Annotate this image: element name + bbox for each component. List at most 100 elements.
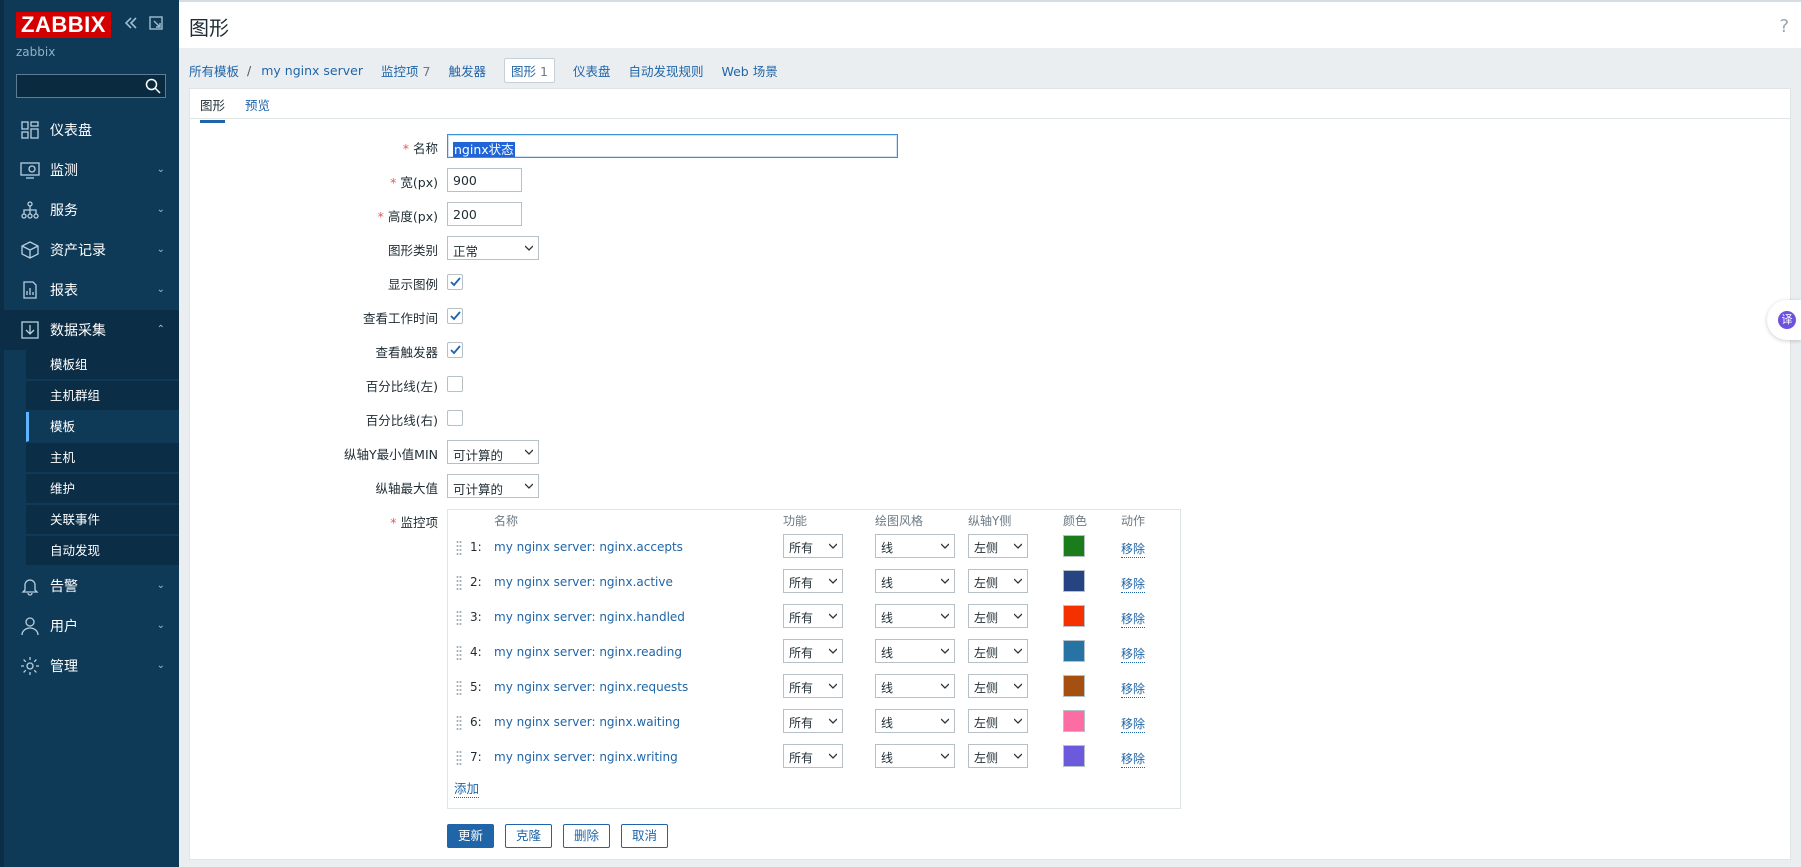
collapse-sidebar-icon[interactable]	[122, 14, 140, 34]
nav-monitoring[interactable]: 监测 ⌄	[0, 150, 179, 190]
search-input[interactable]	[17, 75, 142, 97]
name-field[interactable]: nginx状态	[447, 134, 898, 158]
function-select[interactable]: 所有	[783, 709, 843, 733]
remove-item-link[interactable]: 移除	[1121, 680, 1146, 698]
remove-item-link[interactable]: 移除	[1121, 645, 1146, 663]
drag-handle-icon[interactable]	[456, 645, 462, 661]
tab-graphs[interactable]: 图形 1	[503, 57, 555, 83]
drag-handle-icon[interactable]	[456, 750, 462, 766]
graph-type-select[interactable]: 正常	[447, 236, 539, 260]
show-worktime-checkbox[interactable]	[447, 308, 463, 324]
search-icon[interactable]	[144, 77, 162, 95]
percentile-right-checkbox[interactable]	[447, 410, 463, 426]
nav-data-collection[interactable]: 数据采集 ⌃	[0, 310, 179, 350]
nav-users[interactable]: 用户 ⌄	[0, 606, 179, 646]
y-axis-side-select[interactable]: 左侧	[968, 674, 1028, 698]
drag-handle-icon[interactable]	[456, 610, 462, 626]
color-picker[interactable]	[1063, 710, 1085, 732]
drag-handle-icon[interactable]	[456, 540, 462, 556]
remove-item-link[interactable]: 移除	[1121, 540, 1146, 558]
zabbix-logo[interactable]: ZABBIX	[16, 12, 111, 38]
item-name-link[interactable]: my nginx server: nginx.handled	[494, 610, 685, 624]
color-picker[interactable]	[1063, 745, 1085, 767]
update-button[interactable]: 更新	[447, 824, 495, 848]
drag-handle-icon[interactable]	[456, 680, 462, 696]
col-header-name: 名称	[494, 514, 519, 528]
color-picker[interactable]	[1063, 570, 1085, 592]
item-name-link[interactable]: my nginx server: nginx.active	[494, 575, 673, 589]
item-name-link[interactable]: my nginx server: nginx.accepts	[494, 540, 683, 554]
cancel-button[interactable]: 取消	[621, 824, 669, 848]
nav-alerts[interactable]: 告警 ⌄	[0, 566, 179, 606]
chevron-down-icon: ⌄	[156, 580, 165, 591]
tab-triggers[interactable]: 触发器	[448, 61, 486, 80]
y-axis-side-select[interactable]: 左侧	[968, 639, 1028, 663]
remove-item-link[interactable]: 移除	[1121, 715, 1146, 733]
subnav-event-correlation[interactable]: 关联事件	[26, 505, 179, 535]
subnav-hosts[interactable]: 主机	[26, 443, 179, 473]
drag-handle-icon[interactable]	[456, 715, 462, 731]
tab-graph[interactable]: 图形	[200, 95, 226, 123]
remove-item-link[interactable]: 移除	[1121, 575, 1146, 593]
item-name-link[interactable]: my nginx server: nginx.reading	[494, 645, 682, 659]
item-name-link[interactable]: my nginx server: nginx.requests	[494, 680, 688, 694]
tab-discovery-rules[interactable]: 自动发现规则	[628, 61, 703, 80]
draw-style-select[interactable]: 线	[875, 709, 955, 733]
help-icon[interactable]: ?	[1779, 16, 1789, 37]
nav-services[interactable]: 服务 ⌄	[0, 190, 179, 230]
item-name-link[interactable]: my nginx server: nginx.writing	[494, 750, 678, 764]
clone-button[interactable]: 克隆	[505, 824, 553, 848]
nav-administration[interactable]: 管理 ⌄	[0, 646, 179, 686]
kiosk-mode-icon[interactable]	[147, 14, 165, 34]
drag-handle-icon[interactable]	[456, 575, 462, 591]
y-axis-side-select[interactable]: 左侧	[968, 534, 1028, 558]
ymax-select[interactable]: 可计算的	[447, 474, 539, 498]
tab-web-scenarios[interactable]: Web 场景	[721, 61, 777, 80]
nav-inventory[interactable]: 资产记录 ⌄	[0, 230, 179, 270]
draw-style-select[interactable]: 线	[875, 534, 955, 558]
tab-items[interactable]: 监控项 7	[381, 61, 430, 80]
show-triggers-checkbox[interactable]	[447, 342, 463, 358]
add-item-link[interactable]: 添加	[454, 778, 480, 798]
function-select[interactable]: 所有	[783, 569, 843, 593]
show-legend-checkbox[interactable]	[447, 274, 463, 290]
y-axis-side-select[interactable]: 左侧	[968, 569, 1028, 593]
y-axis-side-select[interactable]: 左侧	[968, 604, 1028, 628]
nav-reports[interactable]: 报表 ⌄	[0, 270, 179, 310]
draw-style-select[interactable]: 线	[875, 569, 955, 593]
color-picker[interactable]	[1063, 675, 1085, 697]
function-select[interactable]: 所有	[783, 534, 843, 558]
y-axis-side-select[interactable]: 左侧	[968, 744, 1028, 768]
ymin-select[interactable]: 可计算的	[447, 440, 539, 464]
function-select[interactable]: 所有	[783, 639, 843, 663]
draw-style-select[interactable]: 线	[875, 744, 955, 768]
function-select[interactable]: 所有	[783, 674, 843, 698]
color-picker[interactable]	[1063, 535, 1085, 557]
draw-style-select[interactable]: 线	[875, 639, 955, 663]
subnav-maintenance[interactable]: 维护	[26, 474, 179, 504]
item-name-link[interactable]: my nginx server: nginx.waiting	[494, 715, 680, 729]
y-axis-side-select[interactable]: 左侧	[968, 709, 1028, 733]
subnav-host-groups[interactable]: 主机群组	[26, 381, 179, 411]
draw-style-select[interactable]: 线	[875, 674, 955, 698]
tab-preview[interactable]: 预览	[245, 95, 270, 114]
breadcrumb-template[interactable]: my nginx server	[261, 63, 363, 78]
function-select[interactable]: 所有	[783, 604, 843, 628]
tab-dashboards[interactable]: 仪表盘	[573, 61, 611, 80]
color-picker[interactable]	[1063, 640, 1085, 662]
subnav-template-groups[interactable]: 模板组	[26, 350, 179, 380]
remove-item-link[interactable]: 移除	[1121, 750, 1146, 768]
color-picker[interactable]	[1063, 605, 1085, 627]
draw-style-select[interactable]: 线	[875, 604, 955, 628]
width-field[interactable]: 900	[447, 168, 522, 192]
nav-dashboards[interactable]: 仪表盘	[0, 110, 179, 150]
breadcrumb-all-templates[interactable]: 所有模板	[189, 61, 239, 80]
function-select[interactable]: 所有	[783, 744, 843, 768]
subnav-discovery[interactable]: 自动发现	[26, 536, 179, 566]
delete-button[interactable]: 删除	[563, 824, 611, 848]
remove-item-link[interactable]: 移除	[1121, 610, 1146, 628]
height-field[interactable]: 200	[447, 202, 522, 226]
translate-widget[interactable]: 译	[1767, 300, 1801, 340]
percentile-left-checkbox[interactable]	[447, 376, 463, 392]
subnav-templates[interactable]: 模板	[26, 412, 179, 442]
